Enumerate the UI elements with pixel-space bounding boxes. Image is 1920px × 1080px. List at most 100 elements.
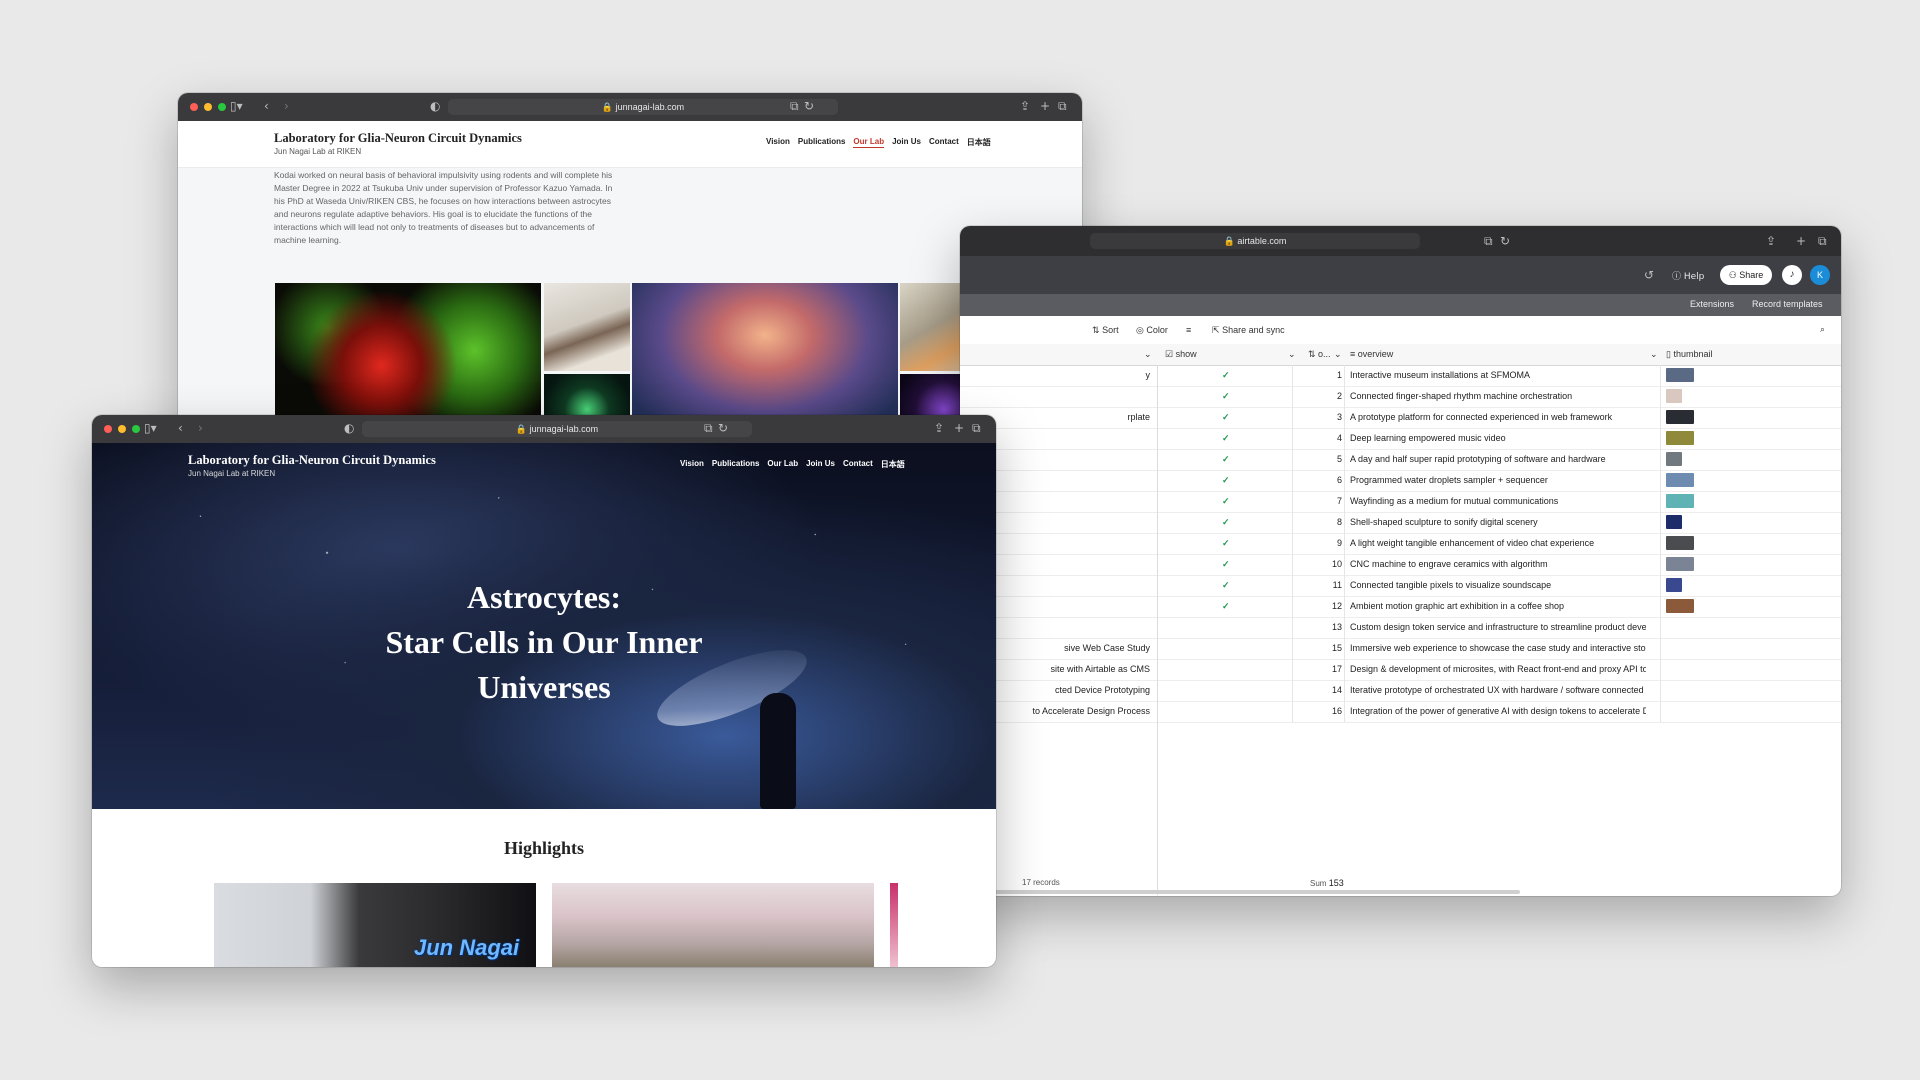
tab-overview-icon[interactable]: ⧉	[1818, 234, 1827, 249]
cell-thumbnail[interactable]	[1666, 452, 1682, 466]
cell-order[interactable]: 16	[1300, 701, 1342, 722]
cell-order[interactable]: 8	[1300, 512, 1342, 533]
table-row[interactable]: ✓ 4 Deep learning empowered music video	[960, 428, 1841, 450]
cell-thumbnail[interactable]	[1666, 389, 1682, 403]
order-column-dropdown-icon[interactable]: ⌄	[1334, 349, 1342, 360]
nav-our-lab[interactable]: Our Lab	[767, 459, 798, 470]
cell-order[interactable]: 12	[1300, 596, 1342, 617]
table-row[interactable]: to Accelerate Design Process 16 Integratio…	[960, 701, 1841, 723]
nav-publications[interactable]: Publications	[712, 459, 760, 470]
reload-icon[interactable]: ↻	[718, 421, 728, 435]
cell-overview[interactable]: Immersive web experience to showcase the…	[1350, 638, 1646, 659]
cell-overview[interactable]: Interactive museum installations at SFMO…	[1350, 365, 1646, 386]
cell-overview[interactable]: Connected tangible pixels to visualize s…	[1350, 575, 1646, 596]
cell-show-checkbox[interactable]	[1222, 638, 1238, 659]
close-window-button[interactable]	[104, 425, 112, 433]
table-row[interactable]: ✓ 7 Wayfinding as a medium for mutual comm…	[960, 491, 1841, 513]
record-templates-button[interactable]: Record templates	[1752, 299, 1823, 309]
sort-button[interactable]: ⇅ Sort	[1092, 325, 1119, 336]
cell-show-checkbox[interactable]: ✓	[1222, 365, 1238, 386]
cell-show-checkbox[interactable]: ✓	[1222, 407, 1238, 428]
cell-thumbnail[interactable]	[1666, 599, 1694, 613]
highlight-card-jun-nagai[interactable]: Jun Nagai	[214, 883, 536, 967]
table-row[interactable]: ✓ 6 Programmed water droplets sampler + se…	[960, 470, 1841, 492]
cell-overview[interactable]: Connected finger-shaped rhythm machine o…	[1350, 386, 1646, 407]
cell-thumbnail[interactable]	[1666, 578, 1682, 592]
cell-thumbnail[interactable]	[1666, 494, 1694, 508]
cell-order[interactable]: 11	[1300, 575, 1342, 596]
cell-overview[interactable]: Deep learning empowered music video	[1350, 428, 1646, 449]
nav-vision[interactable]: Vision	[680, 459, 704, 470]
table-row[interactable]: cted Device Prototyping 14 Iterative proto…	[960, 680, 1841, 702]
forward-arrow-icon[interactable]: ›	[198, 421, 203, 435]
cell-overview[interactable]: A day and half super rapid prototyping o…	[1350, 449, 1646, 470]
cell-thumbnail[interactable]	[1666, 431, 1694, 445]
name-column-dropdown-icon[interactable]: ⌄	[1144, 349, 1152, 360]
cell-show-checkbox[interactable]	[1222, 617, 1238, 638]
table-row[interactable]: ✓ 2 Connected finger-shaped rhythm machine…	[960, 386, 1841, 408]
forward-arrow-icon[interactable]: ›	[284, 99, 289, 113]
overview-column-dropdown-icon[interactable]: ⌄	[1650, 349, 1658, 360]
table-row[interactable]: 13 Custom design token service and infras…	[960, 617, 1841, 639]
cell-overview[interactable]: Custom design token service and infrastr…	[1350, 617, 1646, 638]
cell-order[interactable]: 4	[1300, 428, 1342, 449]
cell-show-checkbox[interactable]	[1222, 680, 1238, 701]
cell-name[interactable]	[960, 386, 1150, 407]
cell-order[interactable]: 15	[1300, 638, 1342, 659]
share-icon[interactable]: ⇪	[1020, 99, 1030, 113]
minimize-window-button[interactable]	[204, 103, 212, 111]
photo-sunset-crowd[interactable]	[632, 283, 898, 433]
column-header-show[interactable]: ☑ show	[1165, 349, 1197, 360]
tab-overview-icon[interactable]: ⧉	[972, 421, 981, 436]
privacy-shield-icon[interactable]: ◐	[430, 99, 440, 113]
cell-overview[interactable]: Integration of the power of generative A…	[1350, 701, 1646, 722]
nav-publications[interactable]: Publications	[798, 137, 846, 148]
new-tab-icon[interactable]: +	[1040, 99, 1050, 113]
new-tab-icon[interactable]: +	[954, 421, 964, 435]
cell-overview[interactable]: Wayfinding as a medium for mutual commun…	[1350, 491, 1646, 512]
nav-join-us[interactable]: Join Us	[806, 459, 835, 470]
zoom-window-button[interactable]	[218, 103, 226, 111]
cell-overview[interactable]: Iterative prototype of orchestrated UX w…	[1350, 680, 1646, 701]
history-icon[interactable]: ↺	[1644, 268, 1654, 282]
cell-overview[interactable]: Design & development of microsites, with…	[1350, 659, 1646, 680]
cell-thumbnail[interactable]	[1666, 536, 1694, 550]
cell-show-checkbox[interactable]: ✓	[1222, 512, 1238, 533]
cell-name[interactable]: y	[960, 365, 1151, 386]
zoom-window-button[interactable]	[132, 425, 140, 433]
minimize-window-button[interactable]	[118, 425, 126, 433]
cell-overview[interactable]: A prototype platform for connected exper…	[1350, 407, 1646, 428]
cell-show-checkbox[interactable]: ✓	[1222, 449, 1238, 470]
cell-order[interactable]: 14	[1300, 680, 1342, 701]
sidebar-toggle-icon[interactable]: ▯▾	[144, 421, 157, 435]
tab-overview-icon[interactable]: ⧉	[1058, 99, 1067, 114]
share-button[interactable]: ⚇ Share	[1720, 265, 1772, 285]
cell-order[interactable]: 6	[1300, 470, 1342, 491]
show-column-dropdown-icon[interactable]: ⌄	[1288, 349, 1296, 360]
cell-show-checkbox[interactable]	[1222, 701, 1238, 722]
cell-thumbnail[interactable]	[1666, 368, 1694, 382]
cell-overview[interactable]: Ambient motion graphic art exhibition in…	[1350, 596, 1646, 617]
table-row[interactable]: ✓ 8 Shell-shaped sculpture to sonify digit…	[960, 512, 1841, 534]
cell-overview[interactable]: Shell-shaped sculpture to sonify digital…	[1350, 512, 1646, 533]
nav-our-lab[interactable]: Our Lab	[853, 137, 885, 148]
cell-overview[interactable]: Programmed water droplets sampler + sequ…	[1350, 470, 1646, 491]
photo-researcher-lab[interactable]	[544, 283, 630, 371]
cell-thumbnail[interactable]	[1666, 515, 1682, 529]
back-arrow-icon[interactable]: ‹	[264, 99, 269, 113]
highlight-card-partial[interactable]	[890, 883, 898, 967]
cell-order[interactable]: 10	[1300, 554, 1342, 575]
address-bar[interactable]: 🔒 junnagai-lab.com	[448, 99, 838, 115]
back-arrow-icon[interactable]: ‹	[178, 421, 183, 435]
cell-overview[interactable]: CNC machine to engrave ceramics with alg…	[1350, 554, 1646, 575]
table-row[interactable]: rplate ✓ 3 A prototype platform for connect…	[960, 407, 1841, 429]
nav-join-us[interactable]: Join Us	[892, 137, 921, 148]
column-header-order[interactable]: ⇅ o...	[1308, 349, 1331, 360]
column-header-overview[interactable]: ≡ overview	[1350, 349, 1393, 359]
column-header-thumbnail[interactable]: ▯ thumbnail	[1666, 349, 1712, 360]
nav-vision[interactable]: Vision	[766, 137, 790, 148]
nav-japanese[interactable]: 日本語	[881, 459, 905, 470]
site-title[interactable]: Laboratory for Glia-Neuron Circuit Dynam…	[188, 453, 436, 468]
cell-order[interactable]: 2	[1300, 386, 1342, 407]
highlight-card-cherry-blossom[interactable]	[552, 883, 874, 967]
